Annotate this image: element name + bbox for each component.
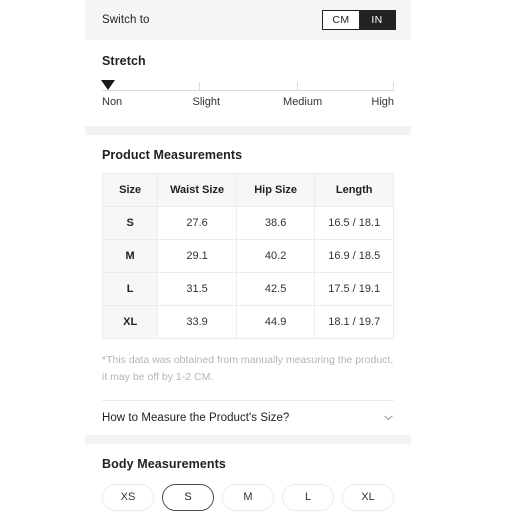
table-row: S 27.6 38.6 16.5 / 18.1: [101, 206, 394, 240]
cell-hip: 44.9: [235, 305, 316, 339]
body-size-option-m[interactable]: M: [222, 483, 274, 511]
stretch-tick-high: [393, 82, 394, 91]
cell-size: L: [101, 272, 159, 306]
unit-toggle-group[interactable]: CM IN: [322, 10, 396, 30]
product-measurements-section: Product Measurements Size Waist Size Hip…: [85, 135, 411, 435]
body-size-option-l[interactable]: L: [282, 483, 334, 511]
cell-length: 18.1 / 19.7: [314, 305, 394, 339]
column-header-waist: Waist Size: [157, 173, 237, 207]
unit-option-in[interactable]: IN: [359, 11, 395, 29]
cell-hip: 38.6: [235, 206, 316, 240]
stretch-labels: Non Slight Medium High: [102, 96, 394, 112]
cell-length: 16.9 / 18.5: [314, 239, 394, 273]
stretch-label-medium: Medium: [283, 96, 323, 108]
stretch-label-high: High: [371, 96, 394, 108]
cell-waist: 29.1: [157, 239, 237, 273]
stretch-section: Stretch Non Slight Medium High: [85, 40, 411, 112]
body-measurements-title: Body Measurements: [102, 456, 226, 471]
size-guide-panel: Switch to CM IN Stretch Non Slight Mediu…: [85, 0, 411, 511]
measurement-disclaimer: *This data was obtained from manually me…: [102, 354, 394, 384]
stretch-label-slight: Slight: [192, 96, 221, 108]
cell-length: 17.5 / 19.1: [314, 272, 394, 306]
switch-to-label: Switch to: [102, 14, 150, 26]
cell-length: 16.5 / 18.1: [314, 206, 394, 240]
cell-size: M: [101, 239, 159, 273]
chevron-down-icon[interactable]: [383, 412, 394, 423]
how-to-measure-accordion[interactable]: How to Measure the Product's Size?: [102, 401, 394, 435]
stretch-tick-medium: [296, 82, 298, 91]
body-size-option-s[interactable]: S: [162, 483, 214, 511]
column-header-size: Size: [101, 173, 159, 207]
cell-size: S: [101, 206, 159, 240]
cell-waist: 31.5: [157, 272, 237, 306]
stretch-marker-triangle-icon: [101, 80, 115, 90]
column-header-length: Length: [314, 173, 394, 207]
table-header-row: Size Waist Size Hip Size Length: [101, 173, 394, 207]
product-measurements-title: Product Measurements: [102, 148, 243, 162]
size-guide-page: Switch to CM IN Stretch Non Slight Mediu…: [0, 0, 511, 511]
stretch-scale-line: [102, 90, 394, 91]
table-row: XL 33.9 44.9 18.1 / 19.7: [101, 305, 394, 339]
unit-option-cm[interactable]: CM: [323, 11, 359, 29]
product-measurements-table: Size Waist Size Hip Size Length S 27.6 3…: [101, 173, 394, 339]
cell-waist: 33.9: [157, 305, 237, 339]
cell-hip: 42.5: [235, 272, 316, 306]
stretch-title: Stretch: [102, 54, 146, 68]
column-header-hip: Hip Size: [235, 173, 316, 207]
stretch-scale[interactable]: [101, 80, 394, 94]
stretch-tick-slight: [199, 82, 201, 91]
body-measurements-section: Body Measurements XS S M L XL: [85, 444, 411, 511]
stretch-label-non: Non: [102, 96, 123, 108]
section-divider-band-1: [85, 126, 411, 135]
cell-size: XL: [101, 305, 159, 339]
cell-hip: 40.2: [235, 239, 316, 273]
section-divider-band-2: [85, 434, 411, 444]
body-size-options: XS S M L XL: [102, 483, 394, 511]
table-row: L 31.5 42.5 17.5 / 19.1: [101, 272, 394, 306]
body-size-option-xl[interactable]: XL: [342, 483, 394, 511]
body-size-option-xs[interactable]: XS: [102, 483, 154, 511]
how-to-measure-label: How to Measure the Product's Size?: [102, 411, 290, 424]
table-row: M 29.1 40.2 16.9 / 18.5: [101, 239, 394, 273]
cell-waist: 27.6: [157, 206, 237, 240]
unit-switch-row: Switch to CM IN: [85, 0, 411, 40]
